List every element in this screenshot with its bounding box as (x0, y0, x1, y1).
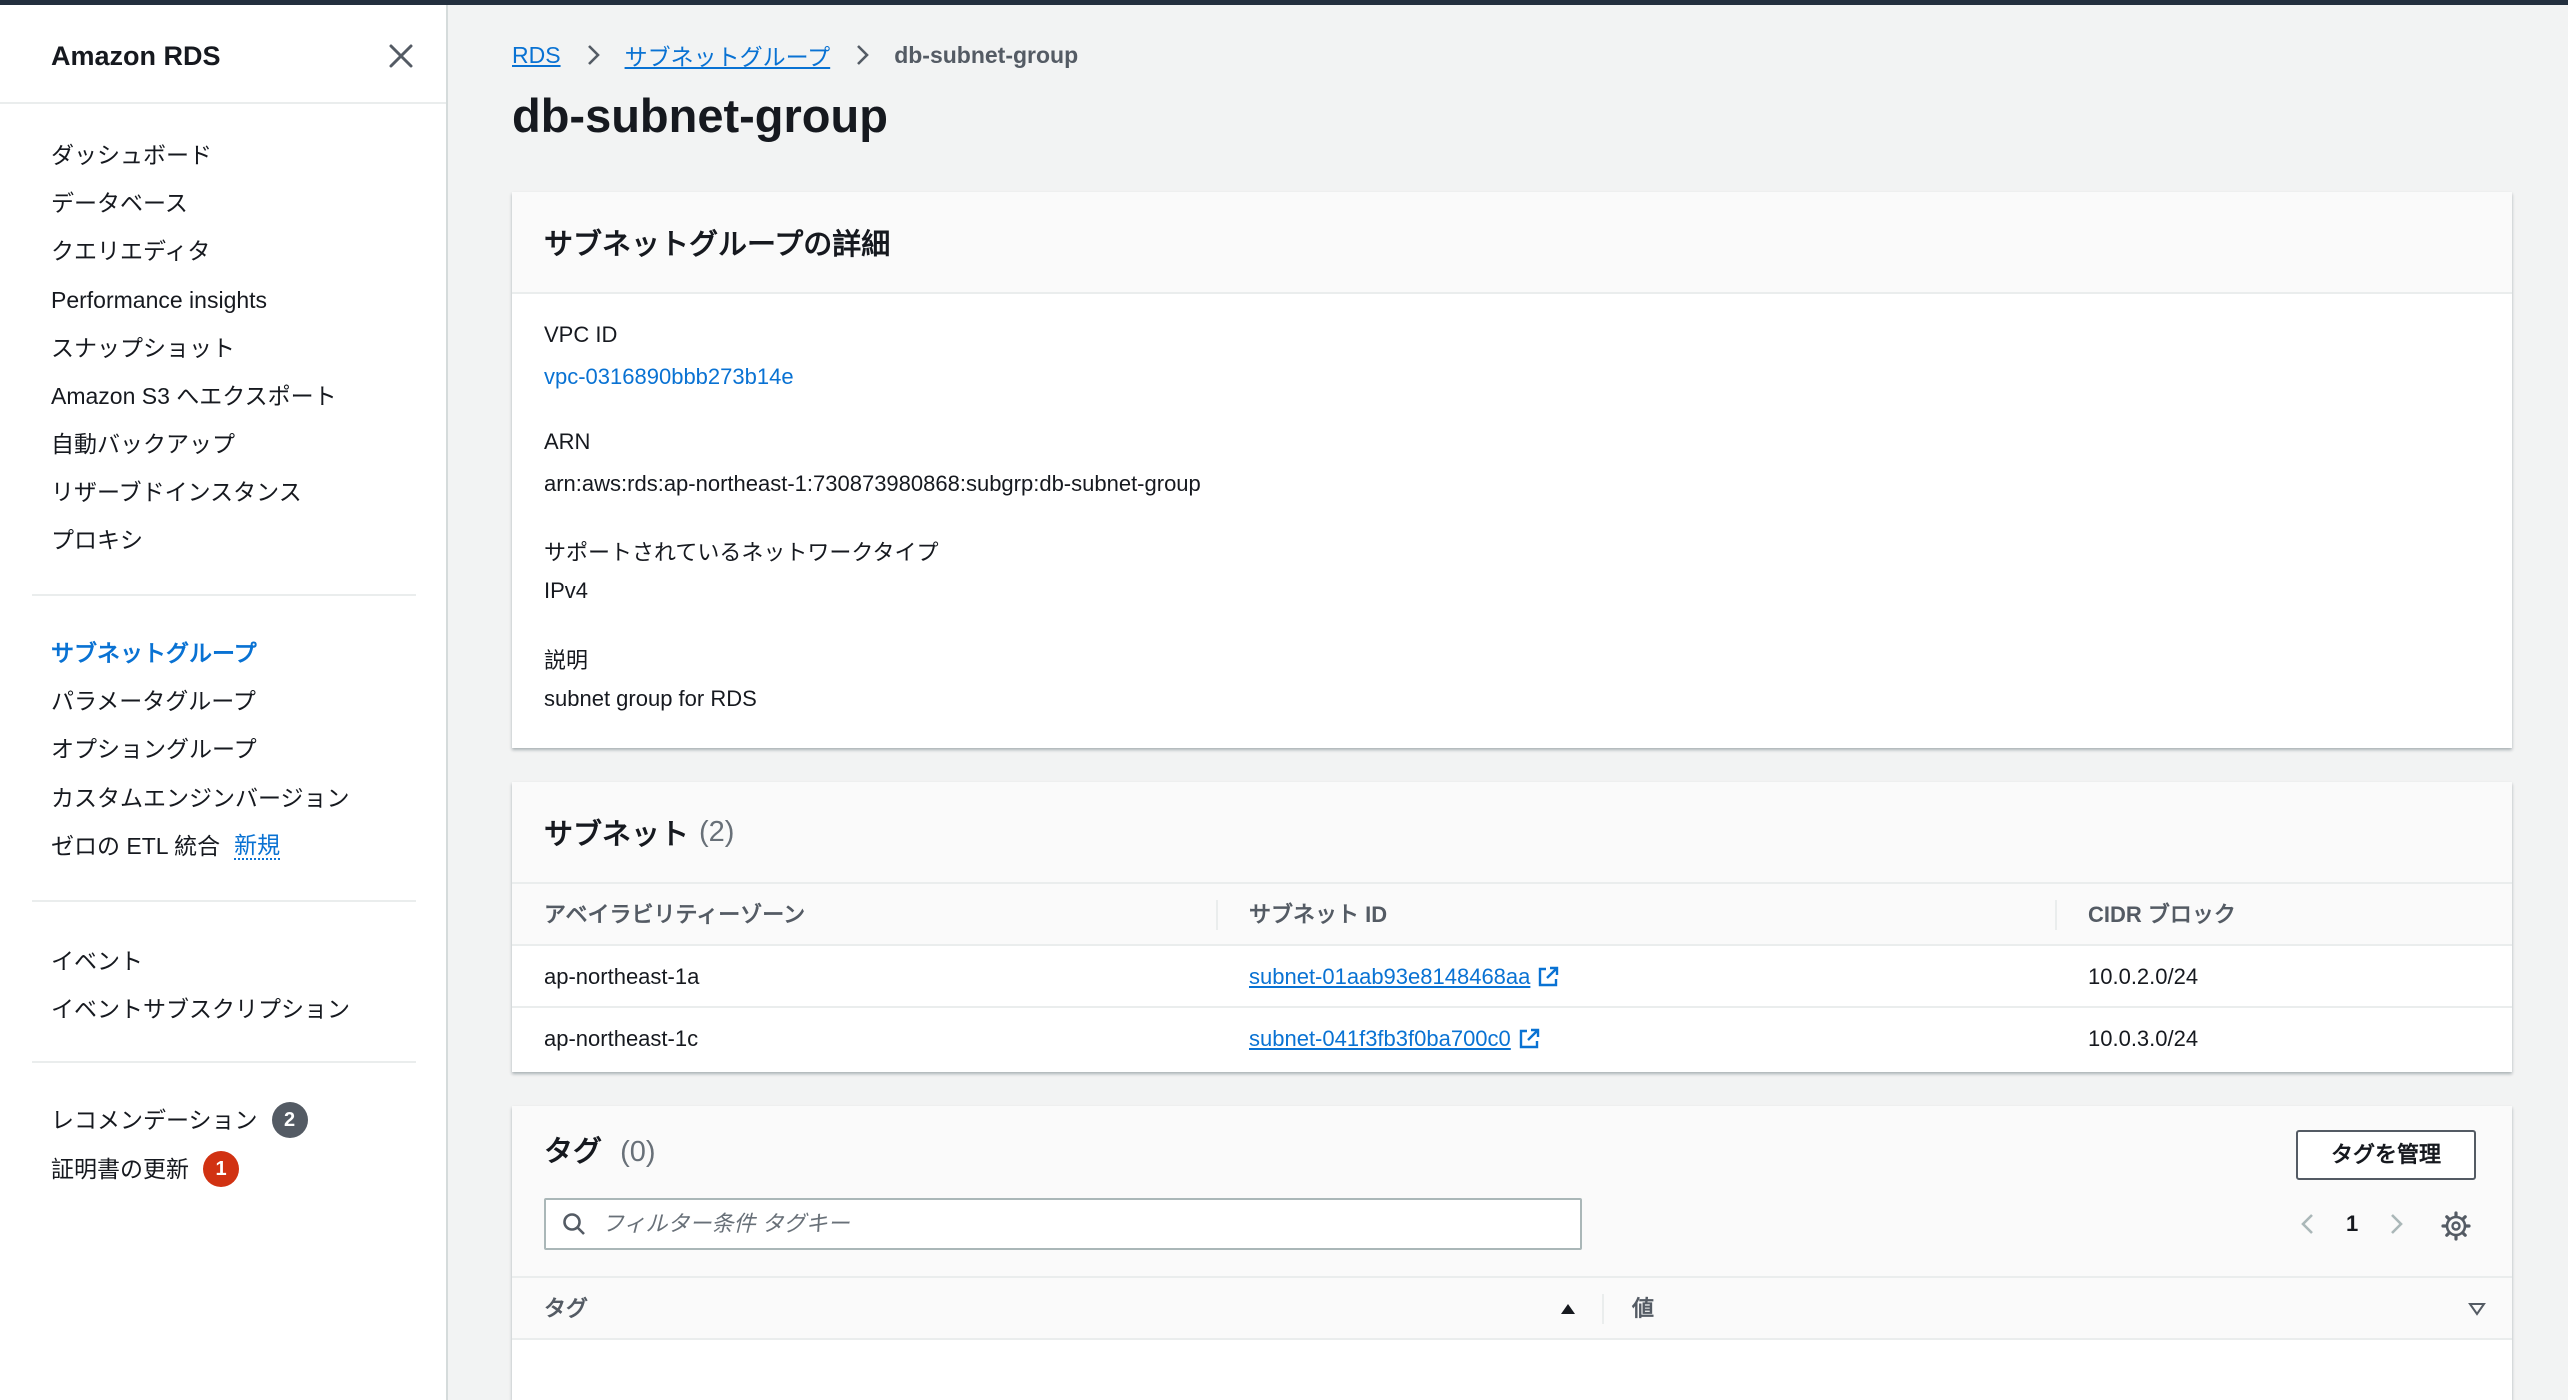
recommendations-count-badge: 2 (271, 1102, 308, 1138)
gear-icon[interactable] (2440, 1210, 2472, 1242)
subnets-header: サブネット (2) (512, 782, 2512, 884)
subnet-id-cell: subnet-01aab93e8148468aa (1249, 946, 1560, 1008)
page-title: db-subnet-group (512, 89, 888, 142)
cidr-cell: 10.0.2.0/24 (2088, 964, 2199, 989)
sidebar-item-event-subscriptions[interactable]: イベントサブスクリプション (51, 992, 350, 1026)
az-cell: ap-northeast-1a (544, 964, 700, 989)
subnet-id-link[interactable]: subnet-01aab93e8148468aa (1249, 946, 1560, 1008)
subnets-table-header: アベイラビリティーゾーン サブネット ID CIDR ブロック (512, 884, 2512, 946)
sidebar-title: Amazon RDS (51, 41, 221, 71)
sidebar-item-label: 証明書の更新 (51, 1156, 189, 1182)
network-type-label: サポートされているネットワークタイプ (544, 540, 939, 565)
description-label: 説明 (544, 648, 589, 673)
tag-filter-input[interactable] (602, 1211, 1562, 1237)
page-number[interactable]: 1 (2346, 1211, 2358, 1237)
tags-title: タグ (544, 1136, 603, 1168)
tags-count: (0) (620, 1136, 656, 1168)
pagination: 1 (2294, 1204, 2410, 1244)
sidebar-item-proxies[interactable]: プロキシ (51, 523, 143, 557)
subnet-group-details-panel: サブネットグループの詳細 VPC ID vpc-0316890bbb273b14… (512, 192, 2512, 748)
sidebar-item-snapshots[interactable]: スナップショット (51, 331, 235, 365)
chevron-right-icon (587, 45, 600, 65)
column-header-subnet-id: サブネット ID (1249, 902, 1388, 927)
tag-filter[interactable] (544, 1198, 1582, 1250)
sidebar-item-databases[interactable]: データベース (51, 186, 188, 220)
sidebar-item-reserved-instances[interactable]: リザーブドインスタンス (51, 475, 302, 509)
external-link-icon (1539, 966, 1559, 987)
column-header-cidr: CIDR ブロック (2088, 902, 2236, 927)
sidebar-item-parameter-groups[interactable]: パラメータグループ (51, 684, 256, 718)
sort-descending-icon[interactable] (2467, 1299, 2487, 1319)
vpc-id-label: VPC ID (544, 322, 618, 347)
arn-value: arn:aws:rds:ap-northeast-1:730873980868:… (544, 471, 1201, 496)
sidebar-item-option-groups[interactable]: オプショングループ (51, 732, 257, 766)
subnets-count: (2) (699, 815, 735, 848)
subnet-id-link[interactable]: subnet-041f3fb3f0ba700c0 (1249, 1008, 1541, 1070)
subnet-id-text: subnet-01aab93e8148468aa (1249, 964, 1531, 989)
breadcrumb-subnet-groups[interactable]: サブネットグループ (625, 38, 831, 72)
sidebar-item-subnet-groups[interactable]: サブネットグループ (51, 636, 257, 670)
search-icon (563, 1213, 585, 1235)
column-divider (2055, 900, 2057, 930)
sidebar-item-label: ゼロの ETL 統合 (51, 833, 221, 859)
details-header: サブネットグループの詳細 (512, 192, 2512, 294)
table-row: ap-northeast-1a subnet-01aab93e8148468aa… (512, 946, 2512, 1008)
subnets-panel: サブネット (2) アベイラビリティーゾーン サブネット ID CIDR ブロッ… (512, 782, 2512, 1072)
chevron-right-icon[interactable] (2382, 1210, 2410, 1238)
certificate-count-badge: 1 (203, 1151, 239, 1187)
external-link-icon (1519, 1028, 1539, 1049)
sidebar-item-zero-etl[interactable]: ゼロの ETL 統合 新規 (51, 829, 281, 863)
breadcrumb: RDS サブネットグループ db-subnet-group (512, 38, 1078, 72)
subnet-id-cell: subnet-041f3fb3f0ba700c0 (1249, 1008, 1541, 1070)
subnet-id-text: subnet-041f3fb3f0ba700c0 (1249, 1026, 1511, 1051)
sidebar-item-query-editor[interactable]: クエリエディタ (51, 234, 210, 268)
column-header-az: アベイラビリティーゾーン (544, 902, 806, 927)
tags-header: タグ (0) (544, 1130, 656, 1174)
new-badge[interactable]: 新規 (234, 832, 281, 860)
manage-tags-button[interactable]: タグを管理 (2296, 1130, 2476, 1180)
breadcrumb-current: db-subnet-group (894, 41, 1079, 68)
sidebar-item-custom-engine-versions[interactable]: カスタムエンジンバージョン (51, 781, 350, 815)
side-navigation: Amazon RDS ダッシュボード データベース クエリエディタ Perfor… (0, 5, 448, 1400)
column-divider (1602, 1294, 1604, 1324)
tags-header-area (512, 1106, 2512, 1276)
sidebar-item-dashboard[interactable]: ダッシュボード (51, 138, 212, 172)
sidebar-divider (32, 900, 416, 902)
chevron-right-icon (857, 45, 870, 65)
sidebar-item-certificate-update[interactable]: 証明書の更新 1 (51, 1151, 239, 1187)
sidebar-item-label: レコメンデーション (51, 1107, 258, 1133)
close-icon[interactable] (384, 39, 418, 73)
arn-label: ARN (544, 429, 591, 454)
az-cell: ap-northeast-1c (544, 1026, 699, 1051)
column-divider (1216, 900, 1218, 930)
sidebar-divider (32, 1061, 416, 1063)
description-value: subnet group for RDS (544, 686, 757, 711)
breadcrumb-rds[interactable]: RDS (512, 42, 561, 69)
sidebar-header-divider (0, 102, 446, 104)
sidebar-item-performance-insights[interactable]: Performance insights (51, 283, 267, 317)
tags-table-header: タグ 値 (512, 1276, 2512, 1340)
subnets-title: サブネット (544, 819, 690, 851)
column-header-value[interactable]: 値 (1632, 1278, 1654, 1340)
sidebar-item-events[interactable]: イベント (51, 944, 143, 978)
sidebar-item-s3-export[interactable]: Amazon S3 へエクスポート (51, 379, 337, 413)
tags-panel: タグ (0) タグを管理 1 タグ 値 (512, 1106, 2512, 1400)
sidebar-item-automated-backups[interactable]: 自動バックアップ (51, 427, 235, 461)
table-row: ap-northeast-1c subnet-041f3fb3f0ba700c0… (512, 1008, 2512, 1070)
sidebar-item-recommendations[interactable]: レコメンデーション 2 (51, 1102, 308, 1138)
network-type-value: IPv4 (544, 578, 589, 603)
cidr-cell: 10.0.3.0/24 (2088, 1026, 2199, 1051)
vpc-id-link[interactable]: vpc-0316890bbb273b14e (544, 364, 794, 390)
chevron-left-icon[interactable] (2294, 1210, 2322, 1238)
column-header-tag[interactable]: タグ (544, 1278, 588, 1340)
sort-ascending-icon[interactable] (1558, 1299, 1578, 1319)
sidebar-divider (32, 594, 416, 596)
